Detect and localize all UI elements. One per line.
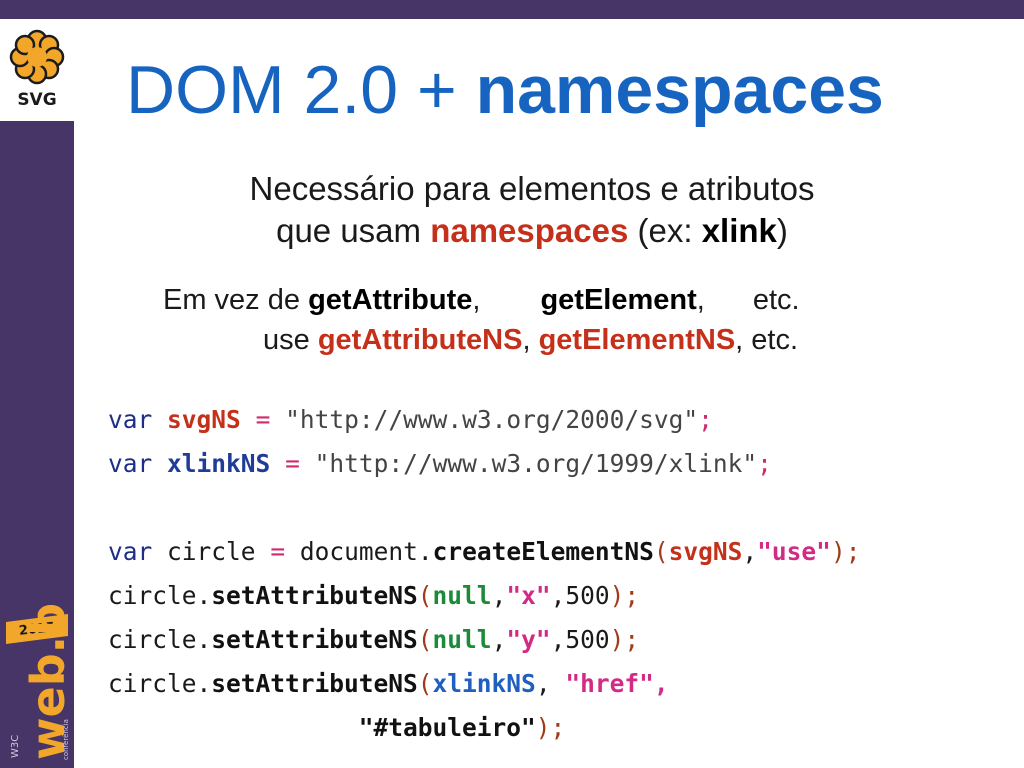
- subtitle: Necessário para elementos e atributos qu…: [0, 168, 1024, 252]
- code-block: var svgNS = "http://www.w3.org/2000/svg"…: [108, 398, 860, 750]
- etc-text: , etc.: [735, 324, 799, 356]
- subtitle-highlight: namespaces: [430, 212, 629, 249]
- semicolon: ;: [698, 405, 713, 434]
- paren: (: [417, 669, 433, 698]
- object: circle.: [108, 625, 212, 654]
- function-name: setAttributeNS: [211, 625, 418, 654]
- paren: (: [417, 581, 433, 610]
- object: circle.: [108, 669, 212, 698]
- comma: ,: [491, 581, 507, 610]
- use-text: use: [263, 324, 318, 356]
- title-bold: namespaces: [475, 52, 884, 128]
- variable: svgNS: [167, 405, 241, 434]
- number: ,500: [550, 581, 610, 610]
- paren: );: [535, 713, 566, 742]
- svg-flower-icon: [9, 29, 65, 85]
- method-getelementns: getElementNS: [538, 324, 736, 356]
- comma: ,: [653, 669, 669, 698]
- method-getattribute: getAttribute: [308, 284, 473, 316]
- comma: ,: [742, 537, 758, 566]
- method-getattributens: getAttributeNS: [317, 324, 523, 356]
- paren: (: [653, 537, 669, 566]
- subtitle-text: (ex:: [628, 212, 702, 249]
- code-line-7: "#tabuleiro");: [108, 706, 860, 750]
- operator: =: [255, 405, 271, 434]
- subtitle-text: ): [776, 212, 788, 249]
- page-title: DOM 2.0 + namespaces: [126, 50, 884, 132]
- title-plain: DOM 2.0 +: [126, 52, 476, 128]
- keyword: var: [108, 405, 153, 434]
- subtitle-line-2: que usam namespaces (ex: xlink): [40, 210, 1024, 252]
- code-line-5: circle.setAttributeNS(null,"y",500);: [108, 618, 860, 662]
- keyword: var: [108, 449, 153, 478]
- string: "use": [757, 537, 831, 566]
- code-line-3: var circle = document.createElementNS(sv…: [108, 530, 860, 574]
- string: "http://www.w3.org/1999/xlink": [314, 449, 758, 478]
- paren: (: [417, 625, 433, 654]
- keyword: var: [108, 537, 153, 566]
- variable: circle: [167, 537, 256, 566]
- code-line-6: circle.setAttributeNS(xlinkNS, "href",: [108, 662, 860, 706]
- badge-w3c: W3C: [10, 735, 21, 758]
- method-getelement: getElement: [540, 284, 697, 316]
- code-line-2: var xlinkNS = "http://www.w3.org/1999/xl…: [108, 442, 860, 486]
- variable: xlinkNS: [167, 449, 271, 478]
- operator: =: [270, 537, 286, 566]
- semicolon: ;: [757, 449, 772, 478]
- function-name: setAttributeNS: [211, 581, 418, 610]
- svg-logo: SVG: [0, 19, 74, 121]
- comma: ,: [696, 284, 705, 316]
- webbr-badge: 2015 web.br W3C conferência: [4, 580, 75, 760]
- etc-text: etc.: [752, 284, 800, 316]
- string: "#tabuleiro": [358, 713, 536, 742]
- comma: ,: [491, 625, 507, 654]
- argument: null: [432, 625, 492, 654]
- comma: ,: [535, 669, 566, 698]
- string: "href": [565, 669, 654, 698]
- string: "http://www.w3.org/2000/svg": [285, 405, 699, 434]
- svg-logo-label: SVG: [17, 90, 57, 110]
- code-line-4: circle.setAttributeNS(null,"x",500);: [108, 574, 860, 618]
- use-line: use getAttributeNS, getElementNS, etc.: [263, 321, 798, 359]
- comma: ,: [472, 284, 481, 316]
- paren: );: [609, 625, 640, 654]
- paren: );: [609, 581, 640, 610]
- subtitle-bold: xlink: [701, 212, 777, 249]
- operator: =: [285, 449, 300, 478]
- object: document.: [299, 537, 433, 566]
- argument: null: [432, 581, 492, 610]
- subtitle-text: que usam: [276, 212, 431, 249]
- instead-of-line: Em vez de getAttribute, getElement, etc.: [163, 281, 800, 319]
- function-name: setAttributeNS: [211, 669, 418, 698]
- subtitle-line-1: Necessário para elementos e atributos: [249, 170, 815, 207]
- argument: xlinkNS: [432, 669, 536, 698]
- string: "x": [506, 581, 551, 610]
- argument: svgNS: [668, 537, 743, 566]
- code-line-1: var svgNS = "http://www.w3.org/2000/svg"…: [108, 398, 860, 442]
- badge-tagline: conferência: [62, 719, 70, 760]
- paren: );: [830, 537, 861, 566]
- top-bar: [0, 0, 1024, 19]
- comma: ,: [522, 324, 539, 356]
- object: circle.: [108, 581, 212, 610]
- string: "y": [506, 625, 551, 654]
- webbr-logo: 2015 web.br W3C conferência: [6, 580, 75, 760]
- function-name: createElementNS: [432, 537, 654, 566]
- number: ,500: [550, 625, 610, 654]
- instead-text: Em vez de: [163, 284, 309, 316]
